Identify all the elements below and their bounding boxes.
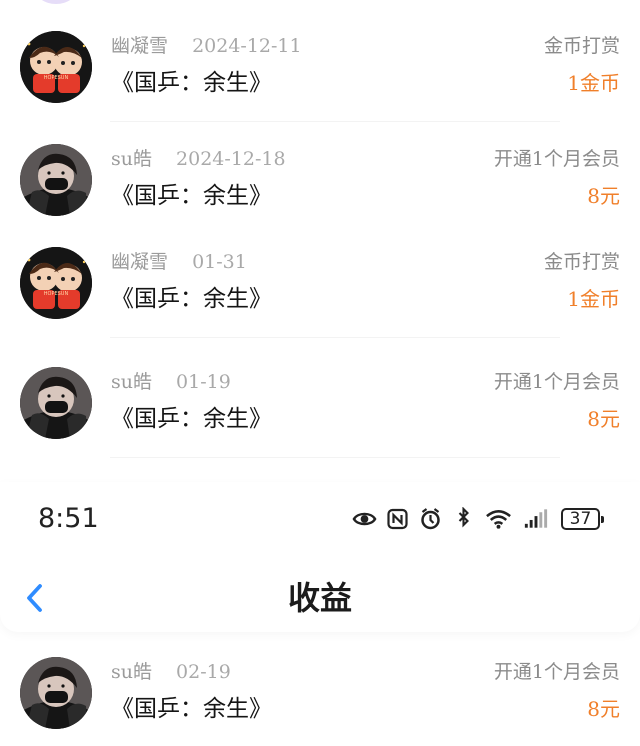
record-amount: 8元 [587, 184, 620, 208]
record-user-name: 幽凝雪 [111, 35, 169, 57]
record-date: 2024-12-18 [176, 148, 286, 170]
svg-text:HOPESUN: HOPESUN [44, 291, 69, 297]
status-icons: 37 [352, 505, 604, 533]
record-action: 开通1个月会员 [493, 371, 620, 393]
record-user-name: su皓 [111, 148, 152, 170]
record-amount: 8元 [587, 407, 620, 431]
nfc-icon [387, 508, 408, 530]
status-time: 8:51 [38, 503, 99, 534]
record-book-title: 《国乒：余生》 [111, 696, 272, 722]
record-date: 02-19 [176, 661, 231, 683]
battery-icon: 37 [561, 508, 604, 530]
record-action: 金币打赏 [543, 35, 620, 57]
record-book-title: 《国乒：余生》 [111, 70, 272, 96]
signal-icon [524, 509, 548, 528]
record-user-name: su皓 [111, 371, 152, 393]
record-book-title: 《国乒：余生》 [111, 183, 272, 209]
alarm-icon [421, 508, 440, 530]
income-record[interactable]: su皓 2024-12-18 《国乒：余生》 开通1个月会员 8元 [0, 129, 640, 235]
record-date: 01-31 [192, 251, 247, 273]
record-action: 开通1个月会员 [493, 148, 620, 170]
masked-person-avatar [20, 657, 92, 729]
record-date: 01-19 [176, 371, 231, 393]
record-book-title: 《国乒：余生》 [111, 286, 272, 312]
income-record[interactable]: HOPESUN 幽凝雪 01-31 《国乒：余生》 金币打赏 1金币 [0, 232, 640, 338]
record-meta: su皓 01-19 [111, 370, 231, 394]
record-meta: su皓 2024-12-18 [111, 147, 286, 171]
svg-text:HOPESUN: HOPESUN [44, 75, 69, 81]
app-header-overlay: 8:51 37 收益 [0, 482, 640, 632]
record-meta: 幽凝雪 2024-12-11 [111, 34, 302, 58]
record-user-name: su皓 [111, 661, 152, 683]
record-meta: su皓 02-19 [111, 660, 231, 684]
eye-icon [352, 512, 377, 526]
income-screen: HOPESUN 幽凝雪 2024-12-11 《国乒：余生》 金币打赏 1金币 [0, 0, 640, 746]
masked-person-avatar [20, 144, 92, 216]
partial-avatar [34, 0, 78, 4]
masked-person-avatar [20, 367, 92, 439]
page-title: 收益 [287, 579, 352, 617]
wifi-icon [486, 510, 511, 529]
record-amount: 1金币 [567, 71, 620, 95]
cartoon-couple-avatar: HOPESUN [20, 31, 92, 103]
income-record[interactable]: su皓 01-19 《国乒：余生》 开通1个月会员 8元 [0, 352, 640, 458]
record-user-name: 幽凝雪 [111, 251, 169, 273]
income-record[interactable]: su皓 02-19 《国乒：余生》 开通1个月会员 8元 [0, 642, 640, 746]
bluetooth-icon [458, 507, 469, 528]
record-amount: 1金币 [567, 287, 620, 311]
record-action: 金币打赏 [543, 251, 620, 273]
record-amount: 8元 [587, 697, 620, 721]
cartoon-couple-avatar: HOPESUN [20, 247, 92, 319]
record-date: 2024-12-11 [192, 35, 302, 57]
record-meta: 幽凝雪 01-31 [111, 250, 247, 274]
record-action: 开通1个月会员 [493, 661, 620, 683]
record-book-title: 《国乒：余生》 [111, 406, 272, 432]
income-record[interactable]: HOPESUN 幽凝雪 2024-12-11 《国乒：余生》 金币打赏 1金币 [0, 16, 640, 122]
